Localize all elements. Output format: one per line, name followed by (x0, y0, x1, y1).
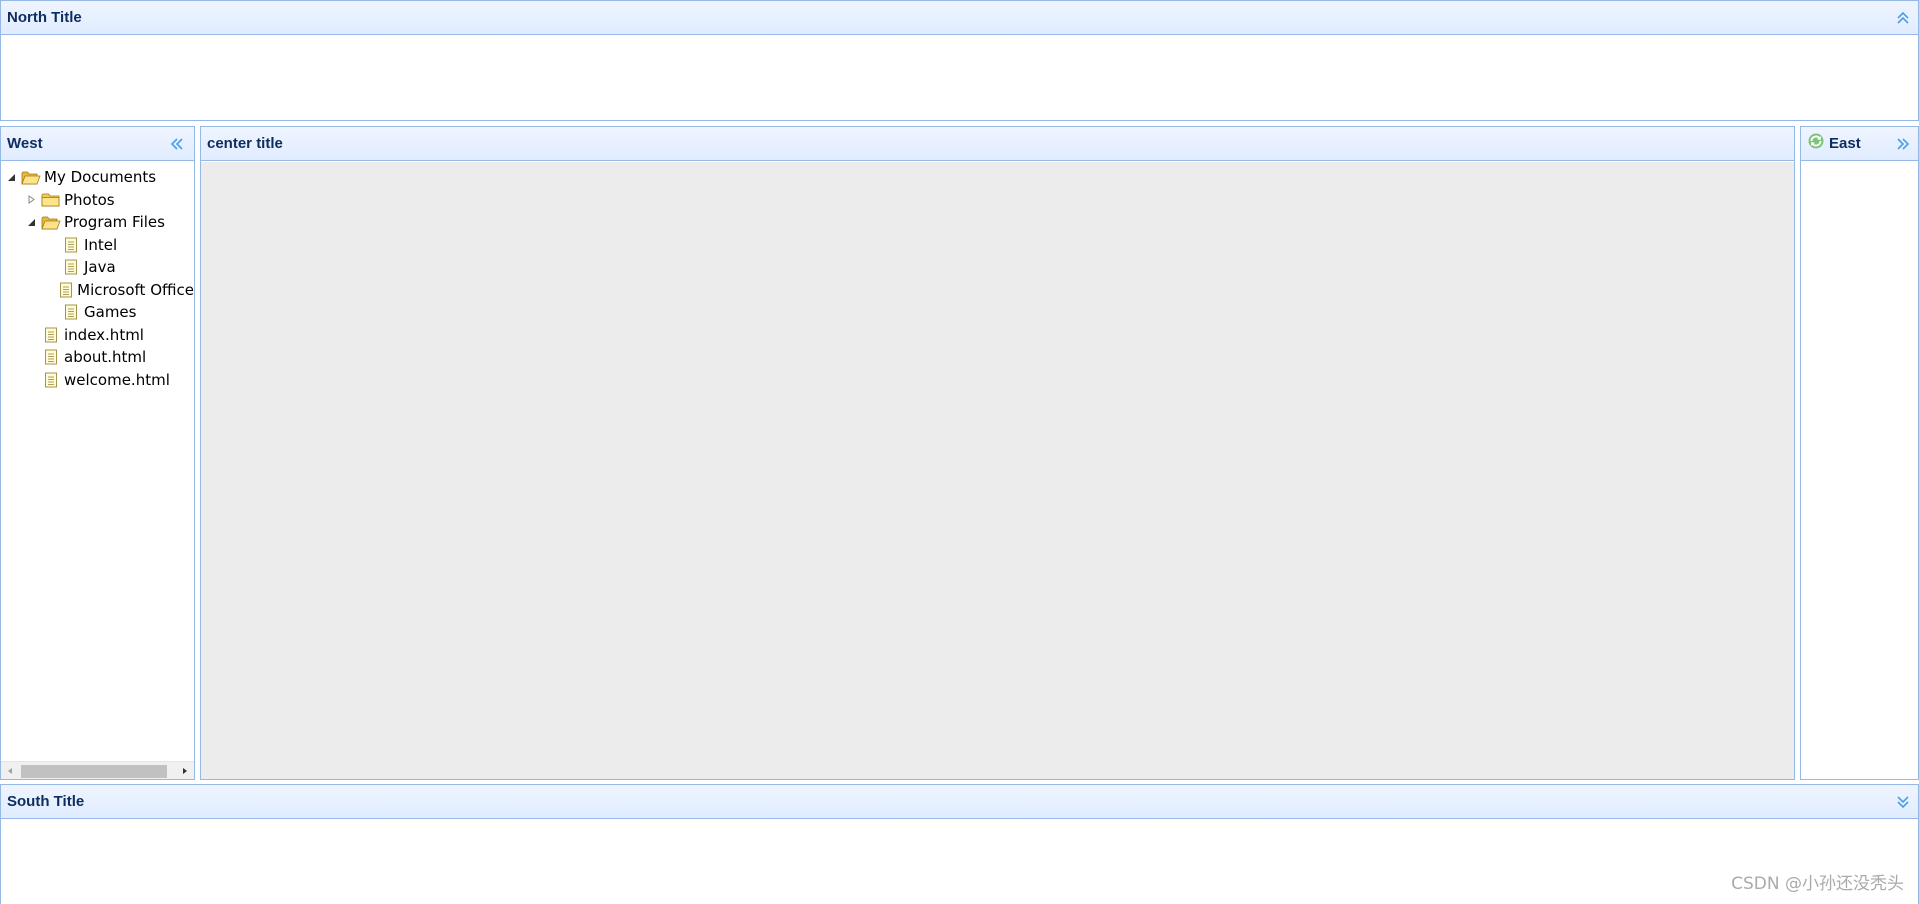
south-panel-title: South Title (7, 793, 85, 810)
center-panel-body (201, 162, 1794, 779)
east-panel: East (1800, 126, 1919, 780)
folder-open-icon (41, 214, 61, 230)
file-icon (61, 304, 81, 320)
tree-node-label: Games (84, 303, 137, 322)
center-panel-header: center title (201, 127, 1794, 161)
scroll-right-arrow-icon[interactable] (176, 762, 194, 779)
collapse-down-icon[interactable] (1894, 793, 1912, 811)
tree-node-label: Microsoft Office (77, 280, 194, 299)
south-panel: South Title CSDN @小孙还没秃头 (0, 784, 1919, 904)
south-panel-header: South Title (1, 785, 1918, 819)
tree-node[interactable]: My Documents (1, 166, 194, 189)
tree-node[interactable]: Java (1, 256, 194, 279)
west-panel: West My Documents Photos Program Files Inte… (0, 126, 195, 780)
tree-expanded-toggle-icon[interactable] (25, 216, 37, 228)
tree-node[interactable]: Games (1, 301, 194, 324)
folder-icon (41, 192, 61, 208)
west-panel-title: West (7, 135, 43, 152)
collapse-right-icon[interactable] (1894, 135, 1912, 153)
file-tree: My Documents Photos Program Files Intel Java… (1, 162, 194, 391)
tree-node-label: welcome.html (64, 370, 170, 389)
east-title-group: East (1807, 132, 1861, 155)
east-panel-title: East (1829, 135, 1861, 152)
file-icon (61, 237, 81, 253)
north-panel-header: North Title (1, 1, 1918, 35)
tree-node[interactable]: about.html (1, 346, 194, 369)
tree-node-label: Photos (64, 190, 115, 209)
center-panel-title: center title (207, 135, 283, 152)
tree-node-label: about.html (64, 348, 147, 367)
tree-node-label: index.html (64, 325, 144, 344)
tree-node-label: Java (84, 258, 116, 277)
tree-node[interactable]: Microsoft Office (1, 279, 194, 302)
file-icon (41, 349, 61, 365)
file-icon (41, 372, 61, 388)
tree-node[interactable]: Intel (1, 234, 194, 257)
collapse-up-icon[interactable] (1894, 9, 1912, 27)
north-panel-title: North Title (7, 9, 82, 26)
tree-collapsed-toggle-icon[interactable] (25, 194, 37, 206)
file-icon (58, 282, 74, 298)
tree-node-label: Intel (84, 235, 118, 254)
file-icon (61, 259, 81, 275)
west-panel-body: My Documents Photos Program Files Intel Java… (1, 162, 194, 779)
tree-node[interactable]: Program Files (1, 211, 194, 234)
file-icon (41, 327, 61, 343)
tree-node-label: My Documents (44, 168, 157, 187)
horizontal-scrollbar[interactable] (1, 761, 194, 779)
refresh-icon (1807, 132, 1825, 155)
watermark-text: CSDN @小孙还没秃头 (1731, 874, 1904, 894)
tree-node-label: Program Files (64, 213, 165, 232)
tree-expanded-toggle-icon[interactable] (5, 171, 17, 183)
east-panel-header: East (1801, 127, 1918, 161)
west-panel-header: West (1, 127, 194, 161)
folder-open-icon (21, 169, 41, 185)
tree-node[interactable]: index.html (1, 324, 194, 347)
north-panel: North Title (0, 0, 1919, 121)
tree-node[interactable]: welcome.html (1, 369, 194, 392)
east-panel-body (1801, 162, 1918, 779)
south-panel-body (1, 820, 1918, 904)
collapse-left-icon[interactable] (168, 135, 186, 153)
north-panel-body (1, 36, 1918, 120)
scrollbar-thumb[interactable] (21, 765, 167, 778)
tree-node[interactable]: Photos (1, 189, 194, 212)
scroll-left-arrow-icon[interactable] (1, 762, 19, 779)
center-panel: center title (200, 126, 1795, 780)
